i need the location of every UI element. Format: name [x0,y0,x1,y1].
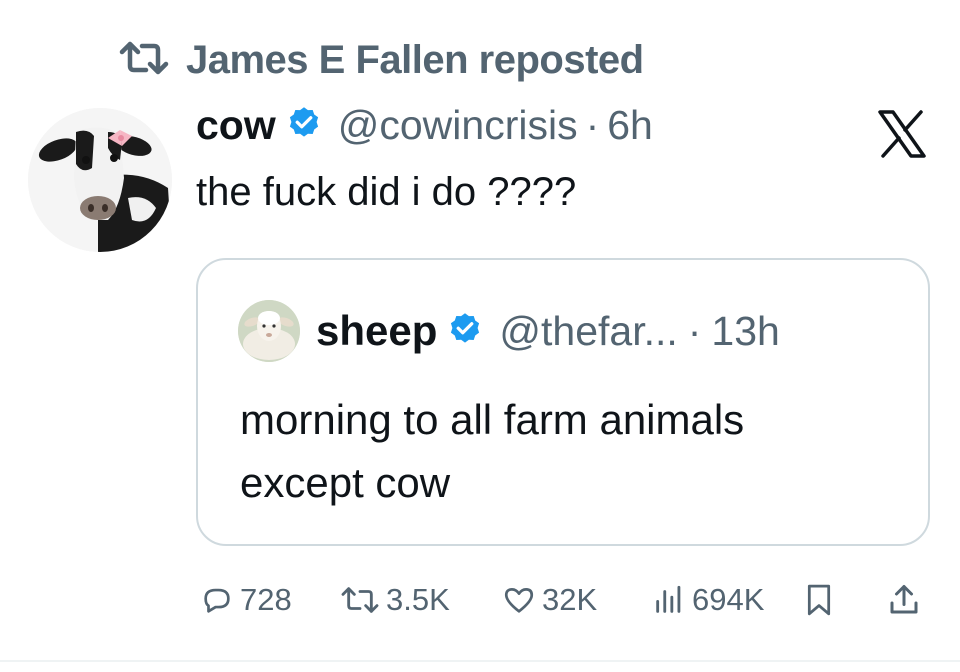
verified-badge-icon [286,105,322,146]
quote-text-line: morning to all farm animals [240,396,745,443]
cow-avatar[interactable] [28,108,172,252]
bookmark-icon [802,582,836,618]
quote-author-name[interactable]: sheep [316,307,437,355]
quote-header: sheep @thefar... · 13h [238,300,780,362]
separator-dot: · [687,307,702,354]
divider [0,660,960,662]
repost-count: 3.5K [386,582,450,617]
author-handle[interactable]: @cowincrisis [338,102,578,149]
views-button[interactable]: 694K [652,582,764,618]
repost-icon [116,38,172,83]
quoted-tweet-card[interactable]: sheep @thefar... · 13h morning to all fa… [196,258,930,546]
share-icon [886,582,922,618]
verified-badge-icon [447,311,483,352]
like-button[interactable]: 32K [502,582,597,618]
repost-label: James E Fallen reposted [186,38,644,82]
like-count: 32K [542,582,598,617]
x-logo-icon [876,108,928,160]
sheep-avatar[interactable] [238,300,300,362]
retweet-icon [340,583,380,617]
share-button[interactable] [886,582,922,618]
quote-text: morning to all farm animals except cow [240,388,744,514]
reply-icon [200,583,234,617]
author-name[interactable]: cow [196,102,276,149]
quote-timestamp[interactable]: 13h [711,308,779,355]
views-icon [652,583,686,617]
tweet-timestamp[interactable]: 6h [607,102,653,149]
repost-button[interactable]: 3.5K [340,582,450,618]
like-icon [502,583,536,617]
separator-dot: · [585,102,600,148]
quote-text-line: except cow [240,459,451,506]
views-count: 694K [692,582,765,617]
reply-count: 728 [240,582,292,617]
reply-button[interactable]: 728 [200,582,292,618]
tweet-text: the fuck did i do ???? [196,170,577,214]
action-bar: 728 3.5K 32K 694K [196,582,936,626]
tweet-header: cow @cowincrisis · 6h [196,102,653,149]
repost-context[interactable]: James E Fallen reposted [116,38,644,83]
quote-author-handle[interactable]: @thefar... [499,308,677,355]
bookmark-button[interactable] [802,582,836,618]
